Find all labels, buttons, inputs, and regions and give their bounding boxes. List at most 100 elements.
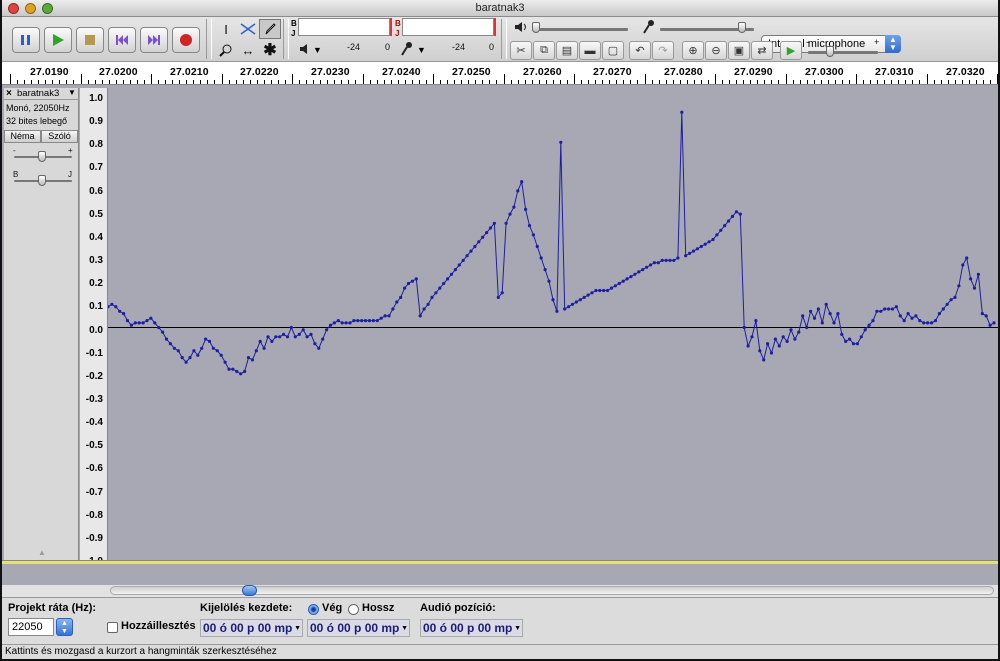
speed-track[interactable]	[808, 51, 878, 54]
sample-point[interactable]	[684, 254, 688, 258]
playback-meter-menu-icon[interactable]: ▼	[313, 45, 322, 55]
sample-point[interactable]	[871, 319, 875, 323]
sample-point[interactable]	[809, 309, 813, 313]
sample-point[interactable]	[824, 302, 828, 306]
sample-point[interactable]	[887, 307, 891, 311]
trim-button[interactable]: ▬	[579, 41, 601, 60]
sample-point[interactable]	[797, 330, 801, 334]
time-shift-tool[interactable]: ↔	[237, 40, 259, 60]
sample-point[interactable]	[539, 256, 543, 260]
sample-point[interactable]	[598, 288, 602, 293]
sample-point[interactable]	[894, 305, 899, 309]
sample-point[interactable]	[469, 249, 473, 253]
speed-slider[interactable]	[826, 46, 834, 57]
sample-point[interactable]	[949, 298, 953, 302]
sample-point[interactable]	[164, 337, 169, 341]
sample-point[interactable]	[336, 319, 340, 323]
waveform-plot[interactable]	[108, 85, 998, 560]
sample-point[interactable]	[387, 314, 391, 318]
sample-point[interactable]	[691, 249, 696, 253]
pan-slider[interactable]	[38, 175, 46, 186]
sample-point[interactable]	[278, 335, 282, 339]
sample-point[interactable]	[313, 342, 317, 346]
play-button[interactable]	[44, 27, 72, 53]
sample-point[interactable]	[512, 205, 516, 209]
sample-point[interactable]	[590, 291, 594, 295]
sample-point[interactable]	[976, 272, 981, 276]
sample-point[interactable]	[535, 244, 539, 249]
sample-point[interactable]	[633, 272, 637, 276]
sample-point[interactable]	[168, 342, 172, 346]
sample-point[interactable]	[742, 325, 746, 330]
end-radio[interactable]	[308, 604, 319, 615]
sample-point[interactable]	[582, 295, 586, 299]
close-track-icon[interactable]: ×	[6, 88, 12, 99]
sample-point[interactable]	[840, 332, 844, 336]
sample-point[interactable]	[496, 295, 500, 299]
track-header[interactable]: × baratnak3 ▼	[4, 88, 79, 100]
sample-point[interactable]	[430, 295, 434, 299]
sample-point[interactable]	[965, 256, 969, 260]
sample-point[interactable]	[364, 319, 368, 323]
sample-point[interactable]	[325, 328, 329, 332]
sample-point[interactable]	[531, 233, 535, 237]
sample-point[interactable]	[668, 258, 672, 262]
sample-point[interactable]	[262, 346, 266, 350]
sample-point[interactable]	[723, 224, 727, 228]
sample-point[interactable]	[375, 319, 379, 323]
sample-point[interactable]	[516, 189, 520, 193]
sample-point[interactable]	[555, 309, 559, 313]
sample-point[interactable]	[602, 288, 606, 293]
sample-point[interactable]	[801, 314, 805, 318]
sample-point[interactable]	[395, 300, 399, 304]
sample-point[interactable]	[863, 328, 867, 332]
sample-point[interactable]	[738, 212, 742, 216]
sample-point[interactable]	[399, 295, 403, 299]
sample-point[interactable]	[352, 319, 356, 323]
sample-point[interactable]	[161, 330, 165, 334]
sample-point[interactable]	[118, 309, 122, 313]
selection-end-time[interactable]: 00 ó 00 p 00 mp ▼	[307, 619, 410, 637]
sample-point[interactable]	[898, 314, 902, 318]
sample-point[interactable]	[508, 212, 512, 216]
sample-point[interactable]	[848, 337, 852, 341]
sample-point[interactable]	[719, 228, 723, 232]
zoom-in-button[interactable]: ⊕	[682, 41, 704, 60]
cut-button[interactable]: ✂	[510, 41, 532, 60]
snap-to-checkbox[interactable]	[107, 622, 118, 633]
sample-point[interactable]	[879, 309, 883, 313]
sample-point[interactable]	[926, 321, 930, 325]
sample-point[interactable]	[543, 268, 547, 272]
sample-point[interactable]	[785, 339, 789, 343]
sample-point[interactable]	[969, 277, 973, 281]
sample-point[interactable]	[293, 335, 297, 339]
sample-point[interactable]	[301, 328, 305, 332]
sample-point[interactable]	[629, 275, 633, 279]
sample-point[interactable]	[867, 323, 871, 327]
envelope-tool[interactable]	[237, 19, 259, 39]
sample-point[interactable]	[680, 110, 684, 114]
collapse-track-icon[interactable]: ▲	[38, 548, 46, 557]
sample-point[interactable]	[933, 319, 938, 323]
input-volume-slider[interactable]	[738, 22, 746, 33]
sample-point[interactable]	[750, 335, 754, 339]
sample-point[interactable]	[606, 288, 610, 293]
sample-point[interactable]	[703, 242, 707, 246]
sample-point[interactable]	[559, 140, 563, 144]
sample-point[interactable]	[972, 286, 977, 290]
sample-point[interactable]	[410, 279, 414, 283]
sample-point[interactable]	[379, 316, 383, 320]
sample-point[interactable]	[110, 302, 114, 306]
sample-point[interactable]	[648, 263, 653, 267]
sample-point[interactable]	[246, 356, 251, 360]
sample-point[interactable]	[656, 261, 660, 265]
sample-point[interactable]	[153, 321, 157, 325]
sample-point[interactable]	[520, 180, 524, 184]
sample-point[interactable]	[305, 335, 309, 339]
sample-point[interactable]	[157, 325, 161, 330]
sample-point[interactable]	[773, 337, 778, 341]
sample-point[interactable]	[672, 258, 676, 262]
sample-point[interactable]	[254, 349, 258, 353]
sample-point[interactable]	[426, 302, 430, 306]
sample-point[interactable]	[500, 291, 504, 295]
